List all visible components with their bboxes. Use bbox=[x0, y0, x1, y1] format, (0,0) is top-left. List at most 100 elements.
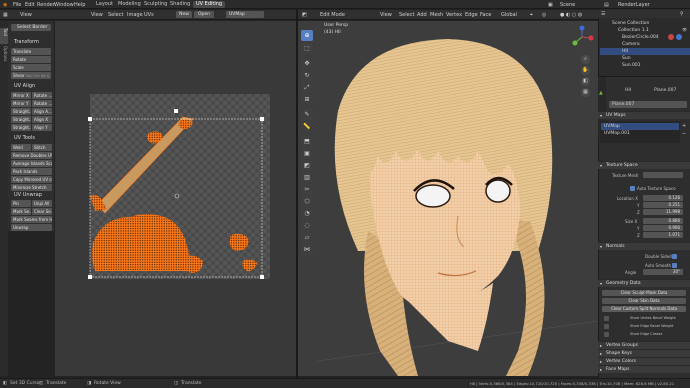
double-sided-checkbox[interactable] bbox=[672, 254, 677, 259]
uv-map-item-1[interactable]: UVMap.001 bbox=[601, 130, 679, 137]
uv-unwrap-title[interactable]: UV Unwrap bbox=[14, 192, 42, 198]
outliner-hii[interactable]: HII bbox=[600, 48, 690, 55]
move-icon[interactable]: ✥ bbox=[301, 58, 313, 69]
orientation-dropdown[interactable]: Global bbox=[501, 12, 517, 18]
align-y-button[interactable]: Align Y bbox=[32, 124, 52, 131]
menu-help[interactable]: Help bbox=[74, 2, 85, 8]
geometry-data-section[interactable]: Geometry Data bbox=[598, 279, 690, 288]
store-edge-crease-checkbox[interactable] bbox=[604, 332, 609, 337]
normals-section[interactable]: Normals bbox=[598, 242, 690, 251]
open-image-button[interactable]: Open bbox=[194, 11, 214, 18]
object-data-tab-icon[interactable]: ▲ bbox=[599, 90, 603, 96]
vertex-groups-section[interactable]: Vertex Groups bbox=[598, 341, 690, 350]
tab-layout[interactable]: Layout bbox=[93, 1, 116, 8]
straighten-1-button[interactable]: Straight... bbox=[11, 108, 31, 115]
tab-modeling[interactable]: Modeling bbox=[115, 1, 144, 8]
clear-custom-split-normals-button[interactable]: Clear Custom Split Normals Data bbox=[602, 306, 686, 312]
clear-skin-data-button[interactable]: Clear Skin Data bbox=[602, 298, 686, 304]
size-z-field[interactable]: 1.071 bbox=[643, 232, 683, 238]
uv-menu-image[interactable]: Image bbox=[127, 12, 143, 18]
tab-shading[interactable]: Shading bbox=[167, 1, 193, 8]
breadcrumb-mesh[interactable]: Plane.007 bbox=[654, 88, 676, 93]
new-image-button[interactable]: New bbox=[176, 11, 192, 18]
outliner-sun[interactable]: Sun bbox=[600, 55, 690, 62]
annotate-icon[interactable]: ✎ bbox=[301, 109, 313, 120]
nav-gizmo[interactable] bbox=[570, 25, 594, 49]
uv-maps-section[interactable]: UV Maps bbox=[598, 111, 690, 120]
mark-seam-button[interactable]: Mark Se... bbox=[11, 208, 31, 215]
render-toggle-icon[interactable] bbox=[668, 34, 674, 40]
auto-smooth-checkbox[interactable] bbox=[672, 263, 677, 268]
image-name-field[interactable]: UVMap bbox=[226, 11, 264, 18]
align-auto-button[interactable]: Align A... bbox=[32, 108, 52, 115]
cursor-icon[interactable]: ⊕ bbox=[301, 30, 313, 41]
align-x-button[interactable]: Align X bbox=[32, 116, 52, 123]
transform-title[interactable]: Transform bbox=[14, 39, 39, 45]
breadcrumb-object[interactable]: HII bbox=[625, 88, 631, 93]
angle-field[interactable]: 30° bbox=[643, 269, 683, 275]
rotate-2-button[interactable]: Rotate ... bbox=[32, 100, 52, 107]
extrude-icon[interactable]: ⬒ bbox=[301, 136, 313, 147]
shear-icon[interactable]: ▱ bbox=[301, 232, 313, 243]
editor-type-icon[interactable]: ▦ bbox=[3, 12, 8, 18]
spin-icon[interactable]: ◔ bbox=[301, 208, 313, 219]
viewport-scene[interactable] bbox=[298, 21, 598, 376]
tab-uv-editing[interactable]: UV Editing bbox=[193, 1, 226, 8]
size-x-field[interactable]: 0.866 bbox=[643, 218, 683, 224]
rip-icon[interactable]: ⋈ bbox=[301, 244, 313, 255]
weld-button[interactable]: Weld bbox=[11, 144, 31, 151]
vp-menu-edge[interactable]: Edge bbox=[465, 12, 478, 18]
inset-icon[interactable]: ▣ bbox=[301, 148, 313, 159]
shear-button[interactable]: Shear Shif Ctrl Alt S bbox=[11, 72, 51, 79]
vp-menu-select[interactable]: Select bbox=[399, 12, 414, 18]
mesh-name-field[interactable]: Plane.007 bbox=[609, 101, 687, 108]
uv-view-dropdown[interactable]: View bbox=[20, 12, 32, 18]
select-icon[interactable]: ⬚ bbox=[301, 43, 313, 54]
uv-menu-select[interactable]: Select bbox=[108, 12, 123, 18]
uv-menu-view[interactable]: View bbox=[91, 12, 103, 18]
location-z-field[interactable]: 11.998 bbox=[643, 209, 683, 215]
polybuild-icon[interactable]: ⬡ bbox=[301, 196, 313, 207]
clear-seam-button[interactable]: Clear Se... bbox=[32, 208, 52, 215]
loopcut-icon[interactable]: ▥ bbox=[301, 172, 313, 183]
face-maps-section[interactable]: Face Maps bbox=[598, 365, 690, 374]
menu-edit[interactable]: Edit bbox=[25, 2, 35, 8]
visibility-icon[interactable]: 👁 bbox=[682, 27, 687, 32]
knife-icon[interactable]: ✂ bbox=[301, 184, 313, 195]
shading-icons[interactable]: ● ◐ ○ ◍ bbox=[560, 12, 582, 18]
translate-button[interactable]: Translate bbox=[11, 48, 51, 55]
store-edge-bevel-checkbox[interactable] bbox=[604, 324, 609, 329]
tab-tool[interactable]: Tool bbox=[0, 28, 8, 44]
blender-logo-icon[interactable]: ◉ bbox=[3, 2, 7, 8]
scale-button[interactable]: Scale bbox=[11, 64, 51, 71]
render-toggle-2-icon[interactable] bbox=[676, 34, 682, 40]
rotate-icon[interactable]: ↻ bbox=[301, 70, 313, 81]
texture-space-section[interactable]: Texture Space bbox=[598, 161, 690, 170]
outliner-camera[interactable]: Camera bbox=[600, 41, 690, 48]
vp-menu-face[interactable]: Face bbox=[480, 12, 491, 18]
size-y-field[interactable]: 0.906 bbox=[643, 225, 683, 231]
pan-icon[interactable]: ✋ bbox=[581, 66, 590, 75]
stitch-button[interactable]: Stitch bbox=[32, 144, 52, 151]
bevel-icon[interactable]: ◩ bbox=[301, 160, 313, 171]
store-vertex-bevel-checkbox[interactable] bbox=[604, 316, 609, 321]
vp-menu-view[interactable]: View bbox=[380, 12, 392, 18]
uv-align-title[interactable]: UV Align bbox=[14, 83, 35, 89]
uv-add-icon[interactable]: + bbox=[682, 123, 686, 129]
outliner-editor-icon[interactable]: ☰ bbox=[601, 11, 605, 17]
select-border-field[interactable]: Select Border bbox=[11, 24, 51, 31]
rotate-button[interactable]: Rotate bbox=[11, 56, 51, 63]
location-x-field[interactable]: 0.126 bbox=[643, 195, 683, 201]
location-y-field[interactable]: 0.251 bbox=[643, 202, 683, 208]
remove-doubles-uv-button[interactable]: Remove Doubles UV bbox=[11, 152, 52, 159]
outliner-filter-icon[interactable]: ⚲ bbox=[680, 11, 684, 17]
mirror-y-button[interactable]: Mirror Y bbox=[11, 100, 31, 107]
smooth-icon[interactable]: ◌ bbox=[301, 220, 313, 231]
transform-icon[interactable]: ⊞ bbox=[301, 94, 313, 105]
scale-icon[interactable]: ⤢ bbox=[301, 82, 313, 93]
view-controls[interactable]: ⌕ ✋ ◧ ▦ bbox=[581, 55, 590, 99]
mark-seams-from-islands-button[interactable]: Mark Seams from Isl... bbox=[11, 216, 52, 223]
perspective-icon[interactable]: ▦ bbox=[581, 88, 590, 97]
uv-menu-uvs[interactable]: UVs bbox=[144, 12, 154, 18]
unwrap-button[interactable]: Unwrap bbox=[11, 224, 52, 231]
